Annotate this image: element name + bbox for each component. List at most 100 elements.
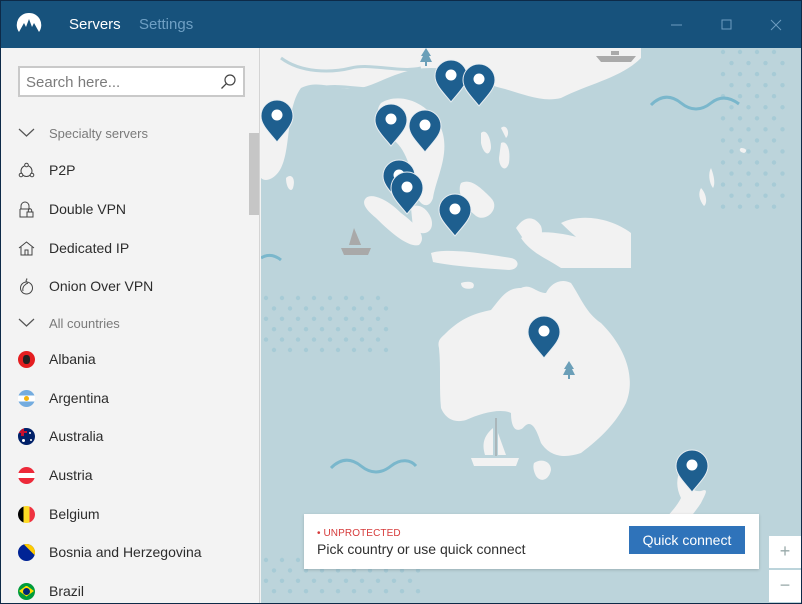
pattern-dot xyxy=(295,337,301,342)
pattern-dot xyxy=(720,160,726,165)
nordvpn-logo-icon xyxy=(16,12,42,32)
pattern-dot xyxy=(303,306,309,311)
pattern-dot xyxy=(737,71,743,77)
pattern-dot xyxy=(729,149,734,154)
server-pin[interactable] xyxy=(675,449,709,493)
pattern-dot xyxy=(279,578,285,583)
search-box xyxy=(18,66,245,97)
pattern-dot xyxy=(771,49,777,55)
pattern-dot xyxy=(754,71,760,77)
pattern-dot xyxy=(754,94,760,99)
server-pin[interactable] xyxy=(527,315,561,359)
pattern-dot xyxy=(303,589,309,594)
pattern-dot xyxy=(263,557,269,563)
sidebar-scrollbar[interactable] xyxy=(249,133,259,215)
pattern-dot xyxy=(383,306,389,311)
quick-connect-button[interactable]: Quick connect xyxy=(629,526,745,554)
pattern-dot xyxy=(763,127,768,132)
server-pin[interactable] xyxy=(408,109,442,153)
pattern-dot xyxy=(319,306,325,311)
argentina-flag xyxy=(18,389,35,407)
landmass xyxy=(261,48,747,555)
pattern-dot xyxy=(351,347,357,353)
pattern-dot xyxy=(327,316,333,321)
austria-flag xyxy=(18,466,35,484)
section-label: All countries xyxy=(49,315,120,331)
country-item-albania[interactable]: Albania xyxy=(1,341,247,377)
pattern-dot xyxy=(359,337,365,342)
close-icon[interactable] xyxy=(766,15,786,35)
maximize-icon[interactable] xyxy=(717,15,737,35)
pattern-dot xyxy=(729,82,734,88)
zoom-out-button[interactable]: − xyxy=(769,570,801,602)
country-item-brazil[interactable]: Brazil xyxy=(1,573,247,603)
pattern-dot xyxy=(754,182,760,187)
pattern-dot xyxy=(737,160,743,165)
country-item-argentina[interactable]: Argentina xyxy=(1,380,247,416)
pattern-dot xyxy=(295,316,301,321)
albania-flag xyxy=(18,350,35,368)
double-vpn-lock-icon xyxy=(18,201,35,218)
search-icon[interactable] xyxy=(220,73,237,90)
pattern-dot xyxy=(335,327,341,332)
tab-settings[interactable]: Settings xyxy=(139,16,193,33)
minimize-icon[interactable] xyxy=(667,15,687,35)
server-pin[interactable] xyxy=(462,63,496,107)
specialty-item-p2p[interactable]: P2P xyxy=(1,152,247,188)
specialty-item-onion-over-vpn[interactable]: Onion Over VPN xyxy=(1,268,247,304)
pattern-dot xyxy=(367,327,373,332)
specialty-item-double-vpn[interactable]: Double VPN xyxy=(1,191,247,227)
pattern-dot xyxy=(780,60,785,66)
chevron-down-icon xyxy=(18,125,35,142)
country-label: Argentina xyxy=(49,390,109,406)
pattern-dot xyxy=(720,138,726,143)
country-item-australia[interactable]: Australia xyxy=(1,418,247,454)
server-pin[interactable] xyxy=(438,193,472,237)
country-item-belgium[interactable]: Belgium xyxy=(1,496,247,532)
belgium-flag-icon xyxy=(18,505,35,523)
specialty-item-dedicated-ip[interactable]: Dedicated IP xyxy=(1,230,247,266)
pattern-dot xyxy=(720,71,726,77)
pattern-dot xyxy=(319,589,325,594)
pattern-dot xyxy=(763,149,768,154)
sailboat-icon xyxy=(341,228,371,255)
pattern-dot xyxy=(335,347,341,353)
specialty-item-label: Double VPN xyxy=(49,201,127,217)
server-pin[interactable] xyxy=(374,103,408,147)
pattern-dot xyxy=(367,589,373,594)
pattern-dot xyxy=(295,295,301,301)
chevron-down-icon xyxy=(18,315,35,332)
section-specialty-servers[interactable]: Specialty servers xyxy=(1,115,247,151)
brazil-flag xyxy=(18,582,35,600)
zoom-in-button[interactable]: + xyxy=(769,536,801,568)
pattern-dot xyxy=(375,578,381,583)
pattern-dot xyxy=(303,327,309,332)
pattern-dot xyxy=(746,82,751,88)
pattern-dot xyxy=(343,295,349,301)
country-item-austria[interactable]: Austria xyxy=(1,457,247,493)
server-pin[interactable] xyxy=(261,99,294,143)
pattern-dot xyxy=(383,327,389,332)
tab-servers[interactable]: Servers xyxy=(69,16,121,33)
country-label: Albania xyxy=(49,351,96,367)
map-view[interactable]: • UNPROTECTED Pick country or use quick … xyxy=(261,48,801,603)
section-all-countries[interactable]: All countries xyxy=(1,305,247,341)
pattern-dot xyxy=(279,295,285,301)
server-pin[interactable] xyxy=(390,171,424,215)
specialty-item-label: Dedicated IP xyxy=(49,240,130,256)
pattern-dot xyxy=(407,578,413,583)
pattern-dot xyxy=(263,578,269,583)
pattern-dot xyxy=(771,160,777,165)
pattern-dot xyxy=(383,589,389,594)
pattern-dot xyxy=(287,568,293,573)
country-item-bosnia-and-herzegovina[interactable]: Bosnia and Herzegovina xyxy=(1,534,247,570)
pattern-dot xyxy=(729,171,734,176)
pattern-dot xyxy=(737,116,743,121)
pattern-dot xyxy=(327,337,333,342)
pattern-dot xyxy=(763,82,768,88)
pattern-dot xyxy=(771,138,777,143)
onion-icon xyxy=(18,277,35,295)
pattern-dot xyxy=(359,578,365,583)
pattern-dot xyxy=(335,589,341,594)
search-input[interactable] xyxy=(26,72,216,92)
